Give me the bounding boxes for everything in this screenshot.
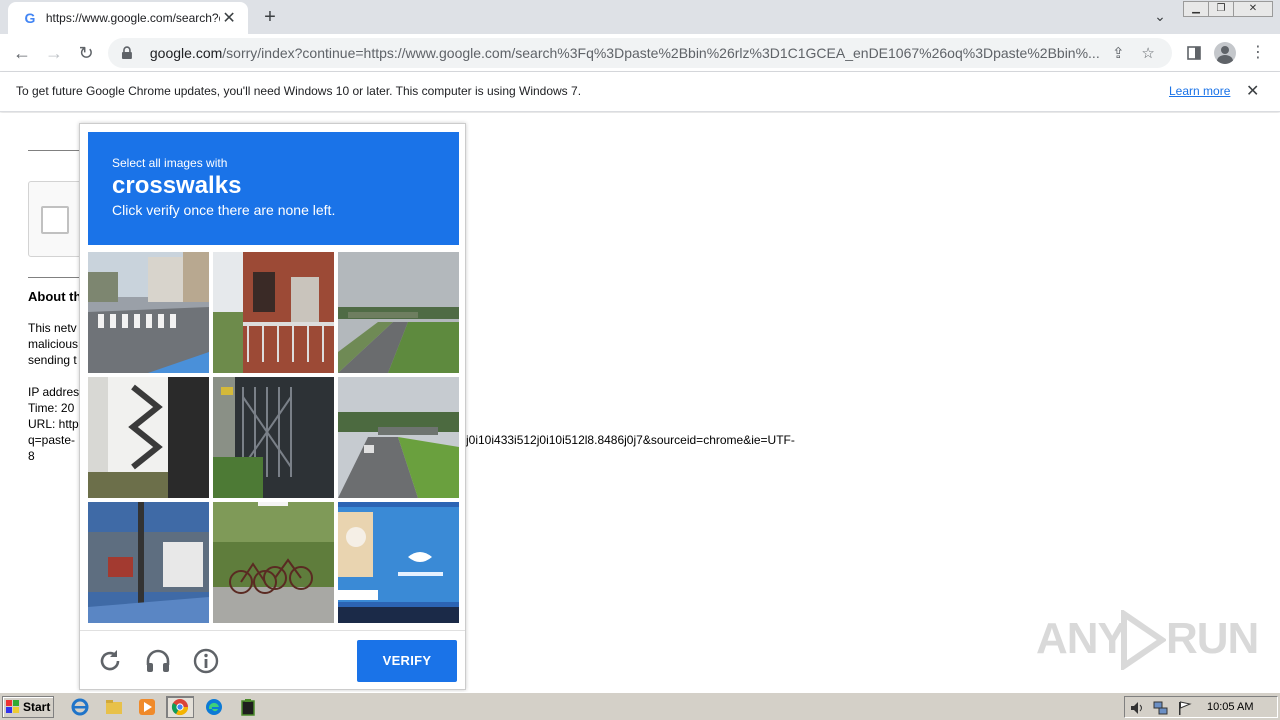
action-center-flag-icon[interactable] [1177, 700, 1193, 716]
system-tray: 10:05 AM [1124, 696, 1278, 718]
forward-arrow-icon[interactable]: → [42, 41, 66, 65]
start-label: Start [23, 700, 51, 714]
tab-strip: G https://www.google.com/search?q= ✕ + ⌄… [0, 0, 1280, 34]
edge-icon[interactable] [200, 696, 228, 718]
windows-logo-icon [6, 700, 19, 713]
media-player-icon[interactable] [133, 696, 161, 718]
update-infobar: To get future Google Chrome updates, you… [0, 72, 1280, 112]
url-path: /sorry/index?continue=https://www.google… [222, 45, 1100, 61]
challenge-instruction: Select all images with [112, 156, 228, 170]
lock-icon[interactable] [120, 46, 134, 60]
bookmark-star-icon[interactable]: ☆ [1136, 44, 1160, 62]
about-heading: About th [28, 289, 82, 304]
side-panel-icon[interactable] [1182, 41, 1206, 65]
volume-icon[interactable] [1129, 700, 1145, 716]
reload-icon[interactable]: ↻ [74, 41, 98, 65]
tile-building-exterior-stairs[interactable] [88, 377, 209, 498]
explorer-icon[interactable] [100, 696, 128, 718]
tile-brick-building-balcony[interactable] [213, 252, 334, 373]
url-label: URL: http [28, 417, 79, 431]
challenge-keyword: crosswalks [112, 172, 242, 199]
windows-taskbar: Start 10:05 AM [0, 692, 1280, 720]
terminal-icon[interactable] [234, 696, 262, 718]
minimize-icon[interactable]: ▁ [1183, 1, 1209, 17]
challenge-header: Select all images with crosswalks Click … [88, 132, 459, 245]
learn-more-link[interactable]: Learn more [1169, 84, 1230, 98]
tile-highway-road[interactable] [338, 377, 459, 498]
url-line: j0i10i433i512j0i10i512l8.8486j0j7&source… [466, 433, 795, 447]
taskbar-clock[interactable]: 10:05 AM [1207, 701, 1253, 713]
about-line: This netv [28, 321, 77, 335]
anyrun-watermark: ANY RUN [1036, 606, 1259, 674]
new-tab-button[interactable]: + [258, 5, 282, 29]
start-button[interactable]: Start [2, 696, 54, 718]
restore-icon[interactable]: ❐ [1208, 1, 1234, 17]
url-line: q=paste- [28, 433, 76, 447]
about-line: sending t [28, 353, 77, 367]
url-host: google.com [149, 45, 223, 61]
reload-challenge-icon[interactable] [96, 647, 124, 675]
tab-search-chevron-icon[interactable]: ⌄ [1150, 8, 1170, 26]
recaptcha-challenge-dialog: Select all images with crosswalks Click … [79, 123, 466, 690]
recaptcha-checkbox[interactable] [41, 206, 69, 234]
challenge-footer: VERIFY [80, 630, 465, 690]
tile-street-crosswalk[interactable] [88, 252, 209, 373]
close-window-icon[interactable]: ✕ [1233, 1, 1273, 17]
network-icon[interactable] [1153, 700, 1169, 716]
back-arrow-icon[interactable]: ← [10, 41, 34, 65]
play-logo-icon [1121, 610, 1166, 670]
url-text[interactable]: google.com/sorry/index?continue=https://… [150, 45, 1100, 61]
tile-highway-overpass[interactable] [338, 252, 459, 373]
tile-parked-bicycles[interactable] [213, 502, 334, 623]
watermark-text: ANY [1036, 614, 1127, 663]
tile-street-with-truck[interactable] [88, 502, 209, 623]
verify-button[interactable]: VERIFY [357, 640, 457, 682]
menu-kebab-icon[interactable]: ⋮ [1246, 41, 1270, 65]
tab-close-icon[interactable]: ✕ [220, 8, 238, 28]
image-grid [88, 252, 459, 623]
infobar-message: To get future Google Chrome updates, you… [16, 84, 582, 98]
share-icon[interactable]: ⇪ [1106, 44, 1130, 62]
browser-toolbar: ← → ↻ google.com/sorry/index?continue=ht… [0, 34, 1280, 72]
google-favicon-icon: G [24, 10, 36, 26]
info-icon[interactable] [192, 647, 220, 675]
chrome-icon[interactable] [166, 696, 194, 718]
watermark-text: RUN [1166, 614, 1259, 663]
challenge-subtext: Click verify once there are none left. [112, 202, 336, 218]
infobar-close-icon[interactable]: ✕ [1246, 81, 1259, 101]
time-label: Time: 20 [28, 401, 75, 415]
ie-icon[interactable] [66, 696, 94, 718]
profile-avatar-icon[interactable] [1213, 41, 1237, 65]
url-line: 8 [28, 449, 35, 463]
address-bar[interactable]: google.com/sorry/index?continue=https://… [108, 38, 1172, 68]
tile-metal-gate[interactable] [213, 377, 334, 498]
tile-delivery-truck[interactable] [338, 502, 459, 623]
tab-title: https://www.google.com/search?q= [45, 11, 221, 25]
browser-tab[interactable]: G https://www.google.com/search?q= ✕ [8, 2, 248, 34]
audio-challenge-headphones-icon[interactable] [144, 647, 172, 675]
about-line: malicious [28, 337, 79, 351]
ip-address-label: IP addres [28, 385, 80, 399]
